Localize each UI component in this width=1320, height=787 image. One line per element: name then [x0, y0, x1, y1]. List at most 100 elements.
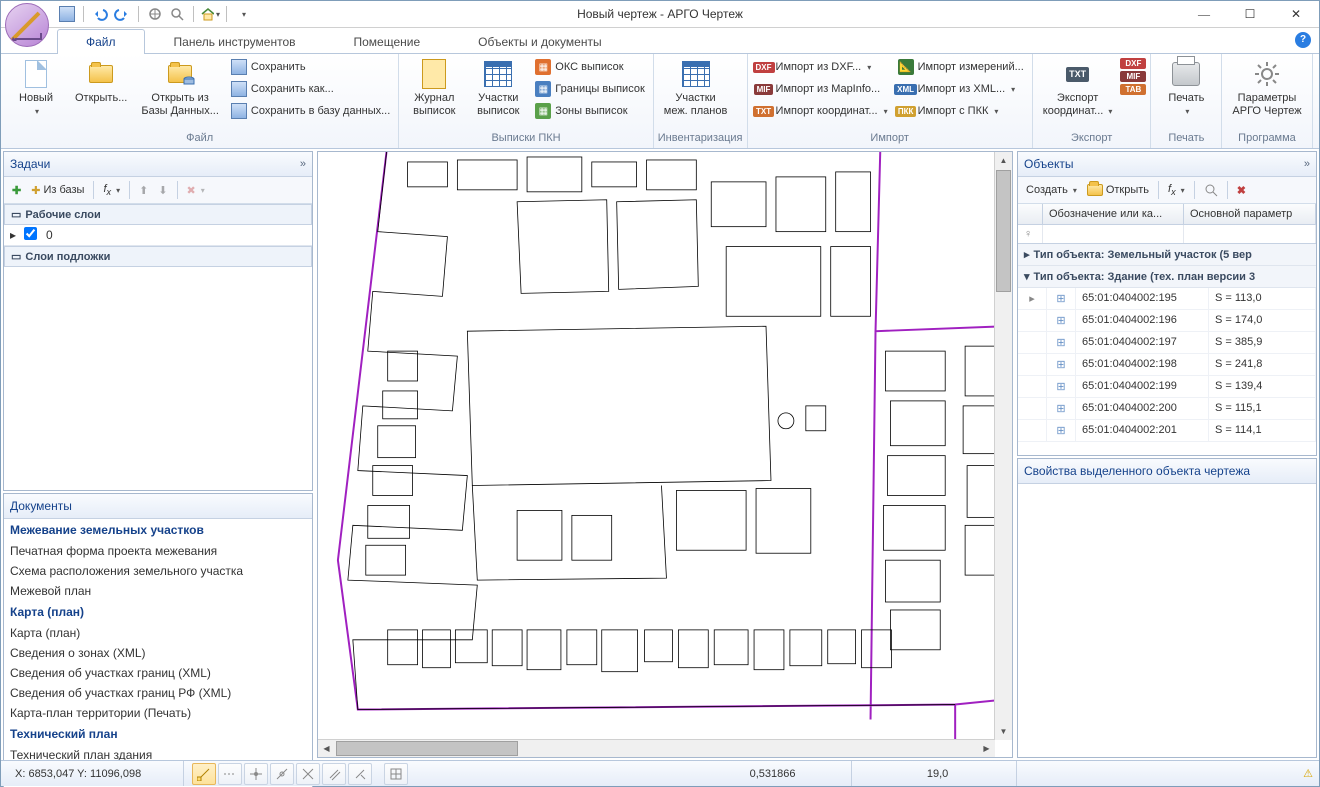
- objects-grid-body[interactable]: ▸Тип объекта: Земельный участок (5 вер ▾…: [1018, 244, 1316, 455]
- filter-parameter[interactable]: [1184, 225, 1316, 243]
- open-from-db-button[interactable]: Открыть из Базы Данных...: [135, 56, 225, 120]
- close-button[interactable]: ✕: [1273, 1, 1319, 27]
- object-group-land[interactable]: ▸Тип объекта: Земельный участок (5 вер: [1018, 244, 1316, 266]
- settings-button[interactable]: Параметры АРГО Чертеж: [1226, 56, 1307, 120]
- snap-parallel-button[interactable]: [322, 763, 346, 785]
- qat-undo-button[interactable]: [90, 4, 110, 24]
- snap-node-button[interactable]: [244, 763, 268, 785]
- qat-tool-button-2[interactable]: [167, 4, 187, 24]
- layer-visibility-checkbox[interactable]: [18, 227, 42, 243]
- export-dxf-icon[interactable]: DXF: [1120, 58, 1146, 69]
- plots-button[interactable]: Участки выписок: [467, 56, 529, 120]
- create-object-button[interactable]: Создать▾: [1022, 182, 1081, 198]
- filter-designation[interactable]: [1043, 225, 1184, 243]
- import-coord-button[interactable]: TXTИмпорт координат...▾: [752, 100, 892, 122]
- qat-home-button[interactable]: ▾: [200, 4, 220, 24]
- locate-button[interactable]: [1200, 181, 1222, 199]
- warning-icon[interactable]: ⚠: [1303, 767, 1313, 780]
- snap-midpoint-button[interactable]: [218, 763, 242, 785]
- tab-file[interactable]: Файл: [57, 29, 145, 54]
- scroll-thumb[interactable]: [996, 170, 1011, 292]
- fx-button[interactable]: fx▾: [1164, 181, 1189, 199]
- expand-icon[interactable]: ⊞: [1047, 310, 1076, 331]
- object-row[interactable]: ⊞65:01:0404002:198S = 241,8: [1018, 354, 1316, 376]
- borders-button[interactable]: ▦Границы выписок: [531, 78, 648, 100]
- doc-item[interactable]: Карта (план): [4, 623, 312, 643]
- snap-intersection-button[interactable]: [296, 763, 320, 785]
- doc-item[interactable]: Карта-план территории (Печать): [4, 703, 312, 723]
- scroll-right-button[interactable]: ▶: [978, 740, 995, 757]
- object-row[interactable]: ⊞65:01:0404002:201S = 114,1: [1018, 420, 1316, 442]
- tasks-panel-header[interactable]: Задачи»: [4, 152, 312, 177]
- maximize-button[interactable]: ☐: [1227, 1, 1273, 27]
- import-mapinfo-button[interactable]: MIFИмпорт из MapInfo...: [752, 78, 892, 100]
- minimize-button[interactable]: —: [1181, 1, 1227, 27]
- journal-button[interactable]: Журнал выписок: [403, 56, 465, 120]
- expand-icon[interactable]: ⊞: [1047, 376, 1076, 397]
- delete-object-button[interactable]: ✖: [1233, 182, 1250, 199]
- open-button[interactable]: Открыть...: [69, 56, 133, 107]
- expand-icon[interactable]: ⊞: [1047, 288, 1076, 309]
- documents-panel-header[interactable]: Документы: [4, 494, 312, 519]
- add-layer-button[interactable]: ✚: [8, 182, 25, 199]
- vertical-scrollbar[interactable]: ▲ ▼: [994, 152, 1012, 740]
- qat-customize-button[interactable]: ▾: [233, 4, 253, 24]
- doc-item[interactable]: Сведения о зонах (XML): [4, 643, 312, 663]
- layer-row-0[interactable]: ▸ 0: [4, 225, 312, 246]
- expand-icon[interactable]: ⊞: [1047, 398, 1076, 419]
- export-mif-icon[interactable]: MIF: [1120, 71, 1146, 82]
- export-coord-button[interactable]: TXTЭкспорт координат... ▾: [1037, 56, 1119, 120]
- horizontal-scrollbar[interactable]: ◀ ▶: [318, 739, 995, 757]
- new-button[interactable]: Новый▾: [5, 56, 67, 120]
- pin-icon[interactable]: »: [300, 158, 306, 170]
- qat-redo-button[interactable]: [112, 4, 132, 24]
- tab-room[interactable]: Помещение: [325, 29, 450, 54]
- oks-button[interactable]: ▦ОКС выписок: [531, 56, 648, 78]
- object-row[interactable]: ▸⊞65:01:0404002:195S = 113,0: [1018, 288, 1316, 310]
- save-as-button[interactable]: Сохранить как...: [227, 78, 394, 100]
- documents-list[interactable]: Межевание земельных участков Печатная фо…: [4, 519, 312, 787]
- pin-icon[interactable]: »: [1304, 158, 1310, 170]
- drawing-canvas[interactable]: ▲ ▼ ◀ ▶: [317, 151, 1013, 758]
- tab-objects-documents[interactable]: Объекты и документы: [449, 29, 630, 54]
- scroll-left-button[interactable]: ◀: [318, 740, 335, 757]
- work-layers-group[interactable]: ▭Рабочие слои: [4, 204, 312, 225]
- object-row[interactable]: ⊞65:01:0404002:196S = 174,0: [1018, 310, 1316, 332]
- qat-save-button[interactable]: [57, 4, 77, 24]
- grid-header-parameter[interactable]: Основной параметр: [1184, 204, 1316, 224]
- save-to-db-button[interactable]: Сохранить в базу данных...: [227, 100, 394, 122]
- doc-item[interactable]: Печатная форма проекта межевания: [4, 541, 312, 561]
- import-dxf-button[interactable]: DXFИмпорт из DXF...▾: [752, 56, 892, 78]
- qat-tool-button-1[interactable]: [145, 4, 165, 24]
- snap-grid-button[interactable]: [384, 763, 408, 785]
- export-tab-icon[interactable]: TAB: [1120, 84, 1146, 95]
- backdrop-layers-group[interactable]: ▭Слои подложки: [4, 246, 312, 267]
- grid-header-designation[interactable]: Обозначение или ка...: [1043, 204, 1184, 224]
- object-group-building[interactable]: ▾Тип объекта: Здание (тех. план версии 3: [1018, 266, 1316, 288]
- object-row[interactable]: ⊞65:01:0404002:197S = 385,9: [1018, 332, 1316, 354]
- scroll-up-button[interactable]: ▲: [995, 152, 1012, 169]
- doc-item[interactable]: Сведения об участках границ РФ (XML): [4, 683, 312, 703]
- fx-button[interactable]: fx▾: [99, 181, 124, 199]
- print-button[interactable]: Печать▾: [1155, 56, 1217, 120]
- object-row[interactable]: ⊞65:01:0404002:199S = 139,4: [1018, 376, 1316, 398]
- doc-item[interactable]: Межевой план: [4, 581, 312, 601]
- tab-tools[interactable]: Панель инструментов: [145, 29, 325, 54]
- objects-panel-header[interactable]: Объекты»: [1018, 152, 1316, 177]
- import-xml-button[interactable]: XMLИмпорт из XML...▾: [894, 78, 1028, 100]
- doc-item[interactable]: Схема расположения земельного участка: [4, 561, 312, 581]
- help-button[interactable]: ?: [1295, 32, 1311, 48]
- open-object-button[interactable]: Открыть: [1083, 182, 1153, 198]
- plots-interplan-button[interactable]: Участки меж. планов: [658, 56, 734, 120]
- object-row[interactable]: ⊞65:01:0404002:200S = 115,1: [1018, 398, 1316, 420]
- snap-nearest-button[interactable]: [270, 763, 294, 785]
- doc-item[interactable]: Сведения об участках границ (XML): [4, 663, 312, 683]
- save-button[interactable]: Сохранить: [227, 56, 394, 78]
- snap-endpoint-button[interactable]: [192, 763, 216, 785]
- scroll-down-button[interactable]: ▼: [995, 723, 1012, 740]
- expand-icon[interactable]: ⊞: [1047, 354, 1076, 375]
- expand-icon[interactable]: ⊞: [1047, 420, 1076, 441]
- app-icon[interactable]: [5, 3, 49, 47]
- import-pkk-button[interactable]: ПККИмпорт с ПКК▾: [894, 100, 1028, 122]
- import-measure-button[interactable]: 📐Импорт измерений...: [894, 56, 1028, 78]
